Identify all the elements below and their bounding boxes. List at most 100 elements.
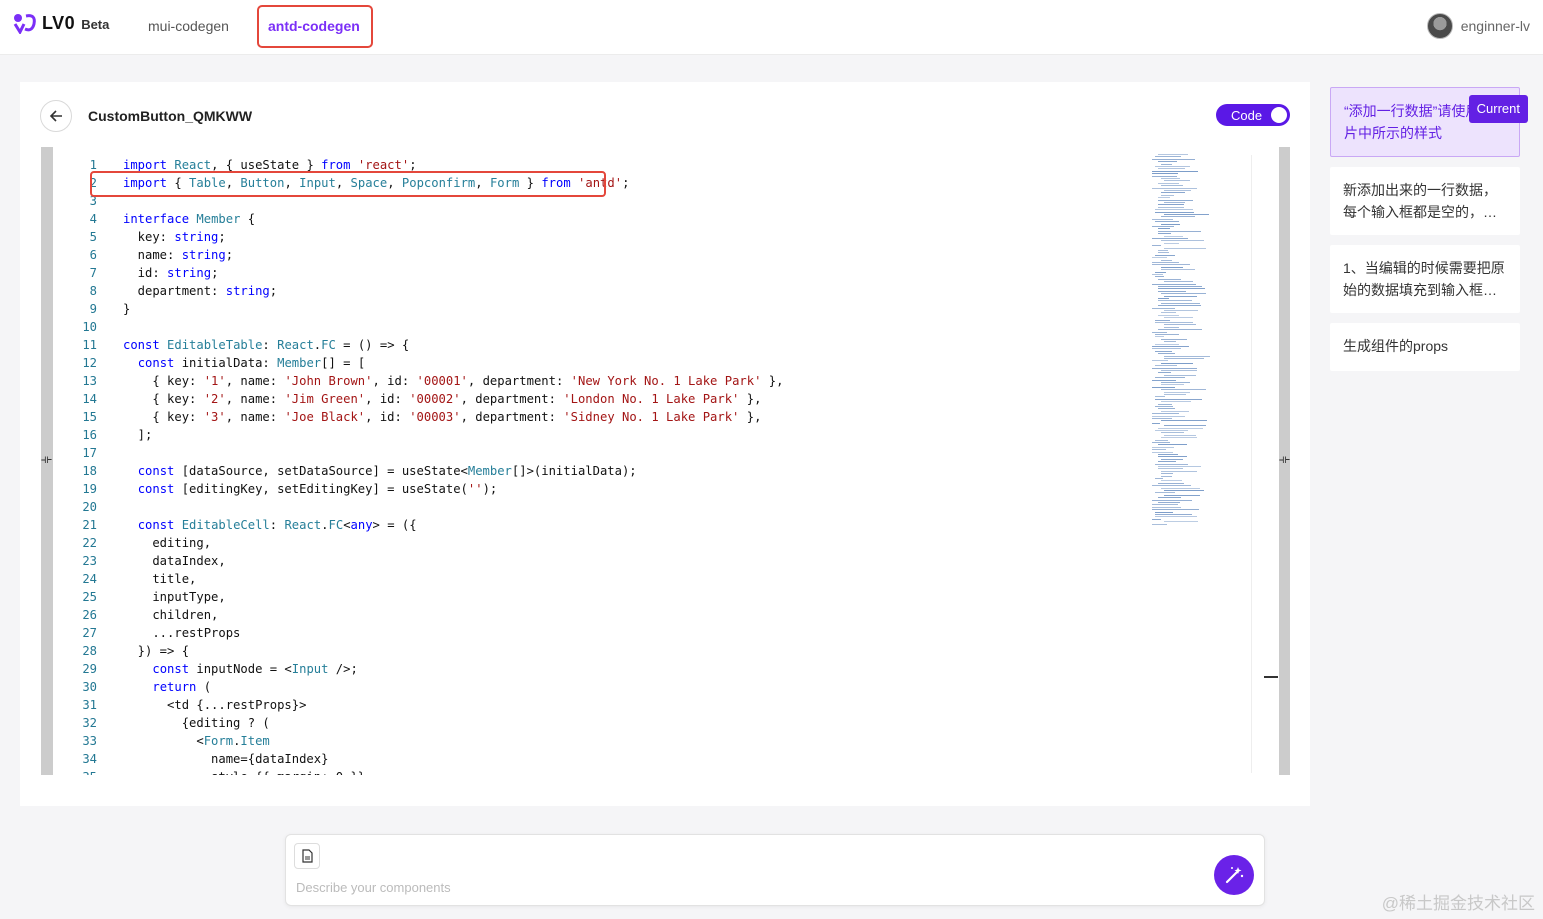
line-number: 12 — [82, 356, 97, 370]
minimap-line — [1155, 343, 1179, 345]
code-text: {editing ? ( — [123, 716, 270, 730]
minimap-line — [1161, 432, 1184, 434]
minimap-line — [1158, 456, 1187, 458]
minimap-line — [1155, 166, 1190, 167]
minimap-line — [1164, 281, 1194, 283]
code-line: 20 — [53, 498, 1153, 516]
minimap-line — [1161, 370, 1198, 371]
code-editor[interactable]: ⟛ 1 import React, { useState } from 'reac… — [41, 147, 1290, 775]
minimap-line — [1164, 358, 1205, 359]
code-line: 11 const EditableTable: React.FC = () => … — [53, 336, 1153, 354]
code-text: { key: '3', name: 'Joe Black', id: '0000… — [123, 410, 762, 424]
code-toggle[interactable]: Code — [1216, 104, 1290, 126]
line-number: 15 — [82, 410, 97, 424]
minimap-line — [1152, 523, 1168, 525]
code-line: 28 }) => { — [53, 642, 1153, 660]
minimap-line — [1158, 314, 1179, 316]
user-name: enginner-lv — [1460, 18, 1530, 34]
minimap-line — [1164, 355, 1210, 357]
code-text: return ( — [152, 680, 212, 694]
history-item[interactable]: 生成组件的props — [1330, 323, 1520, 371]
minimap-line — [1155, 398, 1203, 400]
minimap-line — [1152, 506, 1181, 508]
minimap-line — [1152, 504, 1178, 506]
minimap-line — [1155, 516, 1197, 518]
minimap-line — [1152, 307, 1175, 309]
minimap-line — [1158, 403, 1173, 405]
minimap-line — [1152, 238, 1189, 239]
avatar[interactable] — [1426, 13, 1453, 39]
minimap-line — [1152, 415, 1185, 417]
code-line: 32 {editing ? ( — [53, 714, 1153, 732]
minimap-line — [1152, 262, 1180, 263]
minimap-line — [1164, 374, 1197, 376]
minimap-line — [1158, 298, 1170, 299]
attach-file-button[interactable] — [294, 843, 320, 869]
editor-scrollbar[interactable] — [1251, 155, 1266, 773]
minimap-line — [1158, 206, 1184, 208]
minimap-line — [1158, 250, 1169, 251]
prompt-input[interactable] — [296, 877, 1176, 897]
minimap-line — [1152, 509, 1200, 511]
history-item[interactable]: 1、当编辑的时候需要把原始的数据填充到输入框… — [1330, 245, 1520, 313]
line-number: 7 — [89, 266, 97, 280]
minimap-line — [1161, 240, 1204, 242]
code-line: 17 — [53, 444, 1153, 462]
tab-mui-codegen[interactable]: mui-codegen — [148, 18, 229, 34]
code-minimap[interactable] — [1130, 154, 1245, 526]
history-item[interactable]: 新添加出来的一行数据，每个输入框都是空的，… — [1330, 167, 1520, 235]
right-resize-handle[interactable]: ⟛ — [1279, 147, 1290, 775]
minimap-line — [1164, 434, 1196, 436]
minimap-line — [1152, 442, 1171, 443]
line-number: 8 — [89, 284, 97, 298]
beta-badge: Beta — [81, 17, 110, 32]
code-line: 19 const [editingKey, setEditingKey] = u… — [53, 480, 1153, 498]
minimap-line — [1161, 473, 1174, 475]
minimap-line — [1158, 444, 1188, 446]
generate-button[interactable] — [1214, 855, 1254, 895]
minimap-line — [1164, 235, 1183, 237]
minimap-line — [1161, 362, 1193, 364]
magic-wand-icon — [1225, 867, 1244, 884]
minimap-line — [1164, 247, 1206, 249]
back-button[interactable] — [40, 100, 72, 132]
code-content[interactable]: 1 import React, { useState } from 'react'… — [53, 156, 1153, 775]
minimap-line — [1152, 331, 1167, 333]
code-text: ]; — [123, 428, 153, 442]
minimap-line — [1161, 437, 1198, 439]
code-text: children, — [123, 608, 219, 622]
minimap-line — [1152, 170, 1198, 172]
code-line: 6 name: string; — [53, 246, 1153, 264]
minimap-line — [1155, 271, 1167, 273]
minimap-line — [1161, 223, 1180, 225]
line-number: 11 — [82, 338, 97, 352]
code-line: 31 <td {...restProps}> — [53, 696, 1153, 714]
app-logo[interactable]: LV0 Beta — [12, 12, 109, 34]
line-number: 22 — [82, 536, 97, 550]
minimap-line — [1155, 406, 1173, 407]
code-line: 25 inputType, — [53, 588, 1153, 606]
line-number: 14 — [82, 392, 97, 406]
top-navbar: LV0 Beta mui-codegen antd-codegen enginn… — [0, 0, 1543, 55]
minimap-line — [1164, 394, 1186, 395]
user-menu[interactable]: enginner-lv — [1426, 13, 1530, 39]
left-resize-handle[interactable]: ⟛ — [41, 147, 53, 775]
line-number: 17 — [82, 446, 97, 460]
minimap-line — [1161, 487, 1200, 489]
code-text: dataIndex, — [123, 554, 226, 568]
minimap-line — [1155, 377, 1186, 379]
minimap-line — [1158, 372, 1172, 374]
minimap-line — [1158, 230, 1201, 232]
toggle-label: Code — [1231, 107, 1263, 123]
line-number: 6 — [89, 248, 97, 262]
minimap-line — [1161, 312, 1176, 314]
minimap-line — [1161, 420, 1208, 422]
minimap-line — [1158, 252, 1169, 254]
code-text: key: string; — [123, 230, 226, 244]
minimap-line — [1158, 466, 1201, 467]
minimap-line — [1152, 158, 1196, 160]
minimap-line — [1158, 290, 1186, 292]
history-item-current[interactable]: “添加一行数据”请使用图片中所示的样式 Current — [1330, 87, 1528, 157]
line-number: 27 — [82, 626, 97, 640]
